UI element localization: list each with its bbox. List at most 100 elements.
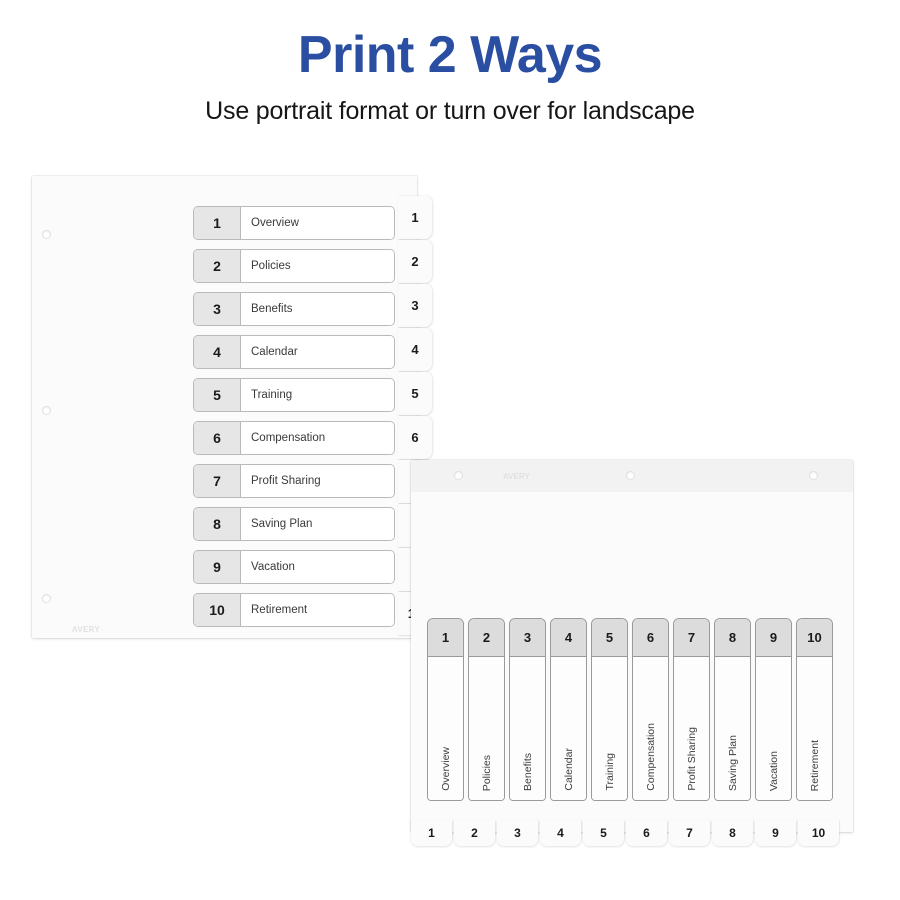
column-label: Overview — [439, 747, 452, 791]
divider-column: 8 Saving Plan — [714, 618, 751, 801]
column-number: 6 — [633, 619, 668, 657]
column-number: 10 — [797, 619, 832, 657]
table-row: 9 Vacation — [193, 550, 395, 584]
divider-column: 2 Policies — [468, 618, 505, 801]
toc-row-label: Profit Sharing — [241, 465, 394, 497]
toc-row-number: 6 — [194, 422, 241, 454]
toc-row-number: 8 — [194, 508, 241, 540]
column-label: Vacation — [767, 750, 780, 791]
toc-row-label: Saving Plan — [241, 508, 394, 540]
column-body: Training — [592, 657, 627, 800]
toc-row-label: Benefits — [241, 293, 394, 325]
bottom-tab: 6 — [626, 820, 667, 846]
column-number: 8 — [715, 619, 750, 657]
bottom-tab: 8 — [712, 820, 753, 846]
page-subtitle: Use portrait format or turn over for lan… — [205, 96, 695, 125]
punch-hole-icon — [809, 471, 818, 480]
toc-row-number: 1 — [194, 207, 241, 239]
column-label: Profit Sharing — [685, 727, 698, 791]
toc-row-number: 4 — [194, 336, 241, 368]
column-label: Compensation — [644, 723, 657, 791]
divider-column: 3 Benefits — [509, 618, 546, 801]
table-row: 1 Overview — [193, 206, 395, 240]
landscape-divider-sheet: AVERY 1 Overview 2 Policies 3 Benefits 4 — [411, 460, 853, 832]
column-number: 7 — [674, 619, 709, 657]
column-number: 2 — [469, 619, 504, 657]
divider-column: 4 Calendar — [550, 618, 587, 801]
toc-row-number: 7 — [194, 465, 241, 497]
column-body: Benefits — [510, 657, 545, 800]
column-number: 9 — [756, 619, 791, 657]
side-tab: 5 — [398, 372, 432, 415]
toc-row-number: 9 — [194, 551, 241, 583]
toc-row-label: Overview — [241, 207, 394, 239]
avery-logo: AVERY — [71, 625, 101, 634]
toc-row-label: Policies — [241, 250, 394, 282]
divider-column: 9 Vacation — [755, 618, 792, 801]
toc-row-label: Compensation — [241, 422, 394, 454]
toc-row-number: 5 — [194, 379, 241, 411]
column-label: Retirement — [808, 739, 821, 791]
table-row: 10 Retirement — [193, 593, 395, 627]
punch-hole-icon — [626, 471, 635, 480]
table-row: 2 Policies — [193, 249, 395, 283]
avery-logo: AVERY — [503, 471, 530, 481]
side-tab: 4 — [398, 328, 432, 371]
bottom-tab: 5 — [583, 820, 624, 846]
toc-row-label: Retirement — [241, 594, 394, 626]
table-of-contents: 1 Overview 2 Policies 3 Benefits 4 Calen… — [193, 206, 395, 636]
divider-column: 5 Training — [591, 618, 628, 801]
column-label: Benefits — [521, 753, 534, 791]
column-body: Overview — [428, 657, 463, 800]
side-tab: 2 — [398, 240, 432, 283]
column-body: Profit Sharing — [674, 657, 709, 800]
toc-row-label: Vacation — [241, 551, 394, 583]
column-body: Saving Plan — [715, 657, 750, 800]
column-number: 3 — [510, 619, 545, 657]
toc-row-label: Calendar — [241, 336, 394, 368]
column-body: Calendar — [551, 657, 586, 800]
punch-hole-icon — [42, 406, 51, 415]
bottom-tab: 4 — [540, 820, 581, 846]
bottom-tab: 3 — [497, 820, 538, 846]
column-number: 5 — [592, 619, 627, 657]
toc-row-label: Training — [241, 379, 394, 411]
table-row: 6 Compensation — [193, 421, 395, 455]
punch-hole-icon — [42, 230, 51, 239]
page-title: Print 2 Ways — [297, 26, 603, 84]
side-tab: 3 — [398, 284, 432, 327]
bottom-tab: 7 — [669, 820, 710, 846]
landscape-columns: 1 Overview 2 Policies 3 Benefits 4 Calen… — [427, 618, 833, 801]
column-label: Saving Plan — [726, 734, 739, 791]
column-label: Calendar — [562, 748, 575, 791]
divider-column: 6 Compensation — [632, 618, 669, 801]
column-label: Training — [603, 753, 616, 791]
bottom-tab: 10 — [798, 820, 839, 846]
column-number: 1 — [428, 619, 463, 657]
toc-row-number: 2 — [194, 250, 241, 282]
divider-column: 7 Profit Sharing — [673, 618, 710, 801]
bottom-tab: 2 — [454, 820, 495, 846]
column-body: Retirement — [797, 657, 832, 800]
page-header: Print 2 Ways Use portrait format or turn… — [0, 0, 900, 126]
column-body: Compensation — [633, 657, 668, 800]
landscape-bottom-tabs: 1 2 3 4 5 6 7 8 9 10 — [411, 820, 839, 846]
portrait-divider-sheet: AVERY 1 Overview 2 Policies 3 Benefits 4… — [32, 176, 417, 638]
column-number: 4 — [551, 619, 586, 657]
table-row: 8 Saving Plan — [193, 507, 395, 541]
punch-hole-icon — [454, 471, 463, 480]
table-row: 4 Calendar — [193, 335, 395, 369]
table-row: 7 Profit Sharing — [193, 464, 395, 498]
column-body: Vacation — [756, 657, 791, 800]
punch-hole-icon — [42, 594, 51, 603]
toc-row-number: 10 — [194, 594, 241, 626]
bottom-tab: 9 — [755, 820, 796, 846]
side-tab: 6 — [398, 416, 432, 459]
divider-column: 10 Retirement — [796, 618, 833, 801]
side-tab: 1 — [398, 196, 432, 239]
table-row: 3 Benefits — [193, 292, 395, 326]
table-row: 5 Training — [193, 378, 395, 412]
bottom-tab: 1 — [411, 820, 452, 846]
column-label: Policies — [480, 754, 493, 791]
toc-row-number: 3 — [194, 293, 241, 325]
